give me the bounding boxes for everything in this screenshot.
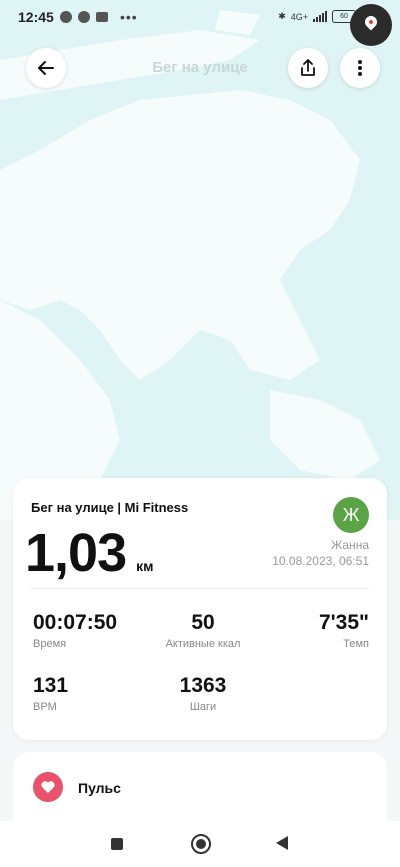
stat-pace: 7'35" Темп (319, 611, 369, 650)
system-icons: ✱ 4G+ 60 (278, 10, 356, 23)
distance-unit: км (136, 558, 154, 574)
status-bar: 12:45 ••• ✱ 4G+ 60 (0, 0, 400, 34)
stat-heart-rate: 131 BPM (33, 674, 68, 713)
stat-active-calories: 50 Активные ккал (153, 611, 253, 650)
divider (31, 588, 369, 589)
workout-title: Бег на улице | Mi Fitness (31, 500, 189, 515)
heart-icon (33, 772, 63, 802)
home-button[interactable] (191, 834, 211, 854)
signal-icon (313, 11, 327, 22)
stat-value: 00:07:50 (33, 611, 118, 634)
location-pin-icon[interactable] (350, 4, 392, 46)
viber-icon (60, 11, 72, 23)
stat-value: 50 (191, 611, 215, 634)
chat-bubble-icon (78, 11, 90, 23)
more-vertical-icon (358, 60, 362, 76)
nav-back-button[interactable] (276, 836, 288, 850)
pulse-label: Пульс (78, 780, 121, 796)
more-options-button[interactable] (340, 48, 380, 88)
status-time: 12:45 (18, 9, 54, 25)
network-type: 4G+ (290, 11, 308, 22)
share-button[interactable] (288, 48, 328, 88)
workout-summary-card: Бег на улице | Mi Fitness 1,03 км Ж Жанн… (13, 478, 387, 740)
distance: 1,03 км (25, 522, 153, 584)
more-notifications-icon: ••• (120, 9, 138, 25)
stat-label: Шаги (189, 701, 217, 713)
workout-datetime: 10.08.2023, 06:51 (272, 554, 369, 568)
avatar[interactable]: Ж (333, 497, 369, 533)
stat-value: 131 (33, 674, 69, 697)
stat-duration: 00:07:50 Время (33, 611, 117, 650)
top-app-bar: Бег на улице (0, 44, 400, 90)
message-icon (96, 12, 108, 22)
distance-value: 1,03 (25, 523, 127, 583)
share-icon (301, 59, 315, 76)
stat-label: Время (33, 638, 67, 650)
pulse-section[interactable]: Пульс (13, 752, 387, 822)
stat-value: 7'35" (319, 611, 369, 634)
bluetooth-icon: ✱ (278, 11, 286, 21)
stat-label: BPM (33, 701, 57, 713)
user-name: Жанна (331, 538, 369, 552)
stat-steps: 1363 Шаги (153, 674, 253, 713)
stat-label: Активные ккал (165, 638, 241, 650)
notification-icons: ••• (60, 9, 138, 25)
stat-value: 1363 (179, 674, 227, 697)
system-navigation-bar (0, 821, 400, 867)
recent-apps-button[interactable] (111, 838, 123, 850)
stat-label: Темп (343, 638, 369, 650)
